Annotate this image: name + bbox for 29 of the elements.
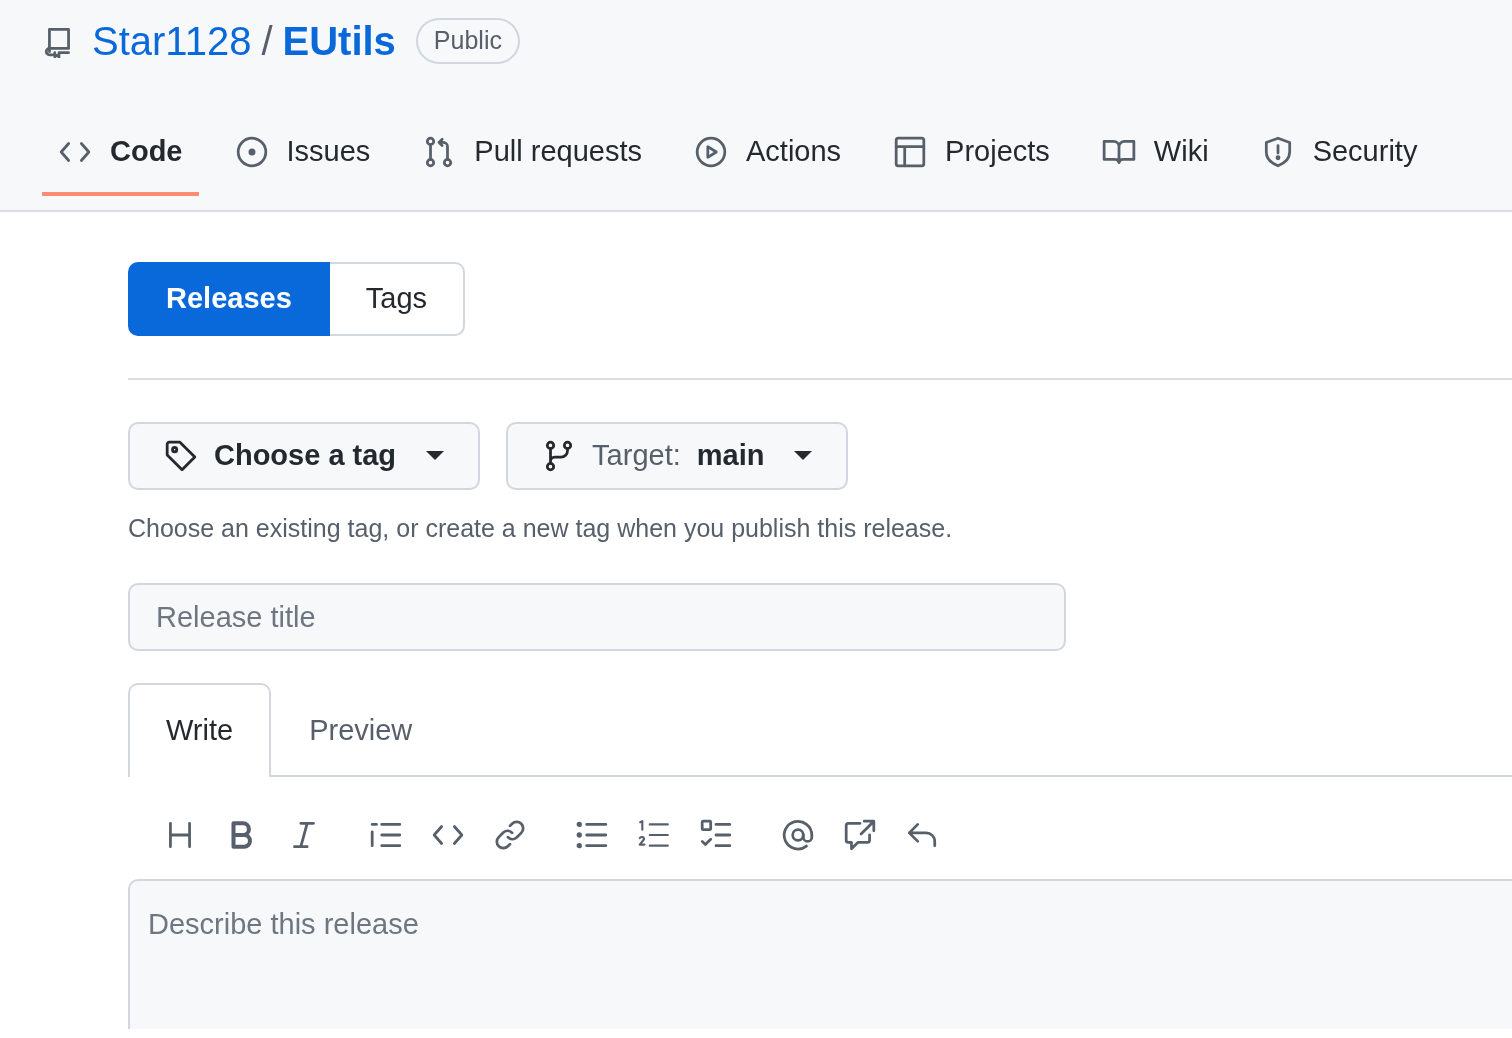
choose-tag-button[interactable]: Choose a tag xyxy=(128,421,481,490)
repo-nav-tab[interactable]: Issues xyxy=(218,126,387,196)
visibility-label: Public xyxy=(415,18,520,64)
segmented-tab[interactable]: Releases xyxy=(128,262,330,336)
hint-text: Choose an existing tag, or create a new tag when you publish this release. xyxy=(128,512,954,544)
editor-tab[interactable]: Preview xyxy=(271,683,451,777)
tag-icon xyxy=(164,438,198,473)
path-separator: / xyxy=(261,21,273,61)
repo-nav-tab[interactable]: Pull requests xyxy=(406,126,658,196)
circle-dot-icon xyxy=(234,134,269,169)
repo-nav-tab[interactable]: Actions xyxy=(678,126,858,196)
link-icon xyxy=(493,817,527,852)
editor-tab[interactable]: Write xyxy=(128,683,272,777)
target-branch-button[interactable]: Target: main xyxy=(506,421,849,490)
repo-nav-tab[interactable]: Security xyxy=(1244,126,1434,196)
description-field[interactable]: Describe this release xyxy=(128,878,1512,1029)
repo-owner-link[interactable]: Star1128 xyxy=(92,21,252,61)
repo-nav-tab[interactable]: Wiki xyxy=(1085,126,1225,196)
release-title-field[interactable]: Release title xyxy=(128,583,1066,651)
repo-nav-tab[interactable]: Projects xyxy=(877,126,1066,196)
repo-nav-tab[interactable]: Code xyxy=(42,126,199,196)
caret-icon xyxy=(794,451,813,460)
play-icon xyxy=(694,134,728,169)
segmented-tab[interactable]: Tags xyxy=(329,262,466,336)
cross-reference-icon xyxy=(843,817,877,852)
table-icon xyxy=(893,134,928,169)
at-sign-icon xyxy=(781,817,815,852)
repo-name-link[interactable]: EUtils xyxy=(282,21,396,61)
caret-icon xyxy=(426,451,445,460)
